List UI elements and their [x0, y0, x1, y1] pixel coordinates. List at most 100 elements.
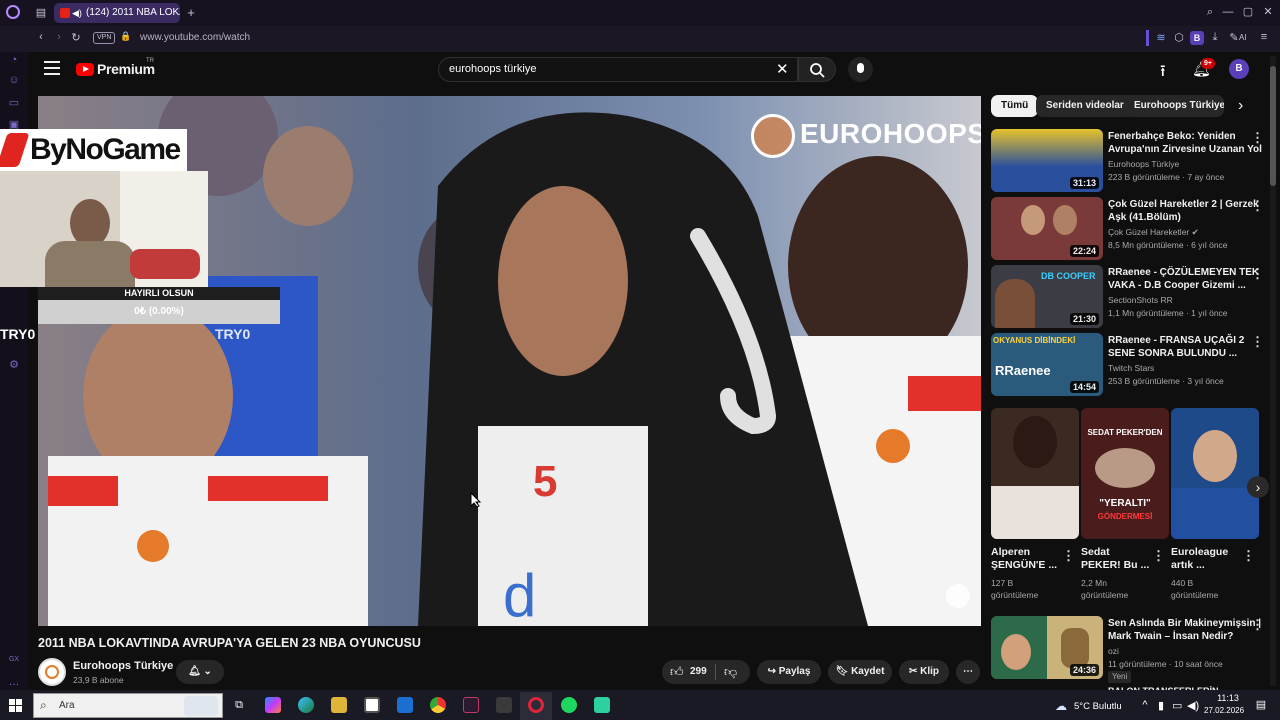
opera-gx-icon[interactable]: [528, 697, 544, 713]
short-thumbnail[interactable]: [991, 408, 1079, 539]
short-menu-icon[interactable]: ⋮: [1152, 548, 1165, 564]
clock-time[interactable]: 11:13: [1212, 693, 1244, 703]
network-icon[interactable]: ▭: [1172, 699, 1182, 712]
copilot-icon[interactable]: [265, 697, 281, 713]
mic-tray-icon[interactable]: ▮: [1156, 699, 1166, 712]
shorts-next-icon[interactable]: ›: [1247, 476, 1269, 498]
ai-label[interactable]: AI: [1239, 33, 1247, 42]
rec-thumbnail[interactable]: 24:36: [991, 616, 1103, 679]
chrome-icon[interactable]: [430, 697, 446, 713]
forward-icon[interactable]: ›: [53, 31, 65, 43]
wifi-icon[interactable]: ≋: [1155, 31, 1167, 44]
short-title[interactable]: Euroleague artık ...: [1171, 546, 1228, 572]
rec-title[interactable]: Fenerbahçe Beko: Yeniden Avrupa'nın Zirve…: [1108, 130, 1262, 156]
rec-channel[interactable]: Çok Güzel Hareketler ✔: [1108, 226, 1199, 238]
taskbar-search-box[interactable]: ⌕ Ara: [33, 693, 223, 718]
rec-channel[interactable]: ozi: [1108, 645, 1119, 657]
rec-channel[interactable]: Eurohoops Türkiye: [1108, 158, 1179, 170]
download-icon[interactable]: ⤓: [1209, 31, 1221, 44]
vpn-badge[interactable]: VPN: [93, 32, 116, 44]
volume-icon[interactable]: ◀): [1187, 699, 1199, 712]
app-icon[interactable]: [496, 697, 512, 713]
cloud-icon[interactable]: ☁: [1055, 699, 1067, 713]
close-window-icon[interactable]: ✕: [1262, 5, 1274, 18]
short-menu-icon[interactable]: ⋮: [1062, 548, 1075, 564]
file-explorer-icon[interactable]: [331, 697, 347, 713]
weather-text[interactable]: 5°C Bulutlu: [1074, 701, 1122, 712]
rec-channel[interactable]: Twitch Stars: [1108, 362, 1154, 374]
url-text[interactable]: www.youtube.com/watch: [140, 32, 250, 43]
chip-series[interactable]: Seriden videolar: [1036, 95, 1134, 117]
dislike-icon[interactable]: 👎︎: [724, 664, 737, 680]
rec-menu-icon[interactable]: ⋮: [1251, 617, 1264, 633]
rec-title[interactable]: RRaenee - FRANSA UÇAĞI 2 SENE SONRA BULUN…: [1108, 334, 1244, 360]
upload-icon[interactable]: ⭱: [1160, 60, 1166, 87]
search-button[interactable]: [798, 57, 836, 82]
reload-icon[interactable]: ↻: [70, 31, 82, 44]
outlook-icon[interactable]: [397, 697, 413, 713]
chip-channel[interactable]: Eurohoops Türkiye ad: [1124, 95, 1224, 117]
extensions-icon[interactable]: ⬡: [1173, 31, 1185, 44]
browser-menu-icon[interactable]: ≡: [1258, 31, 1270, 43]
hamburger-menu-icon[interactable]: [44, 61, 60, 75]
sidebar-messages-icon[interactable]: ▭: [8, 96, 20, 109]
profile-badge[interactable]: B: [1190, 31, 1204, 45]
edge-icon[interactable]: [298, 697, 314, 713]
like-icon[interactable]: 👍︎: [670, 664, 684, 680]
rec-title[interactable]: Çok Güzel Hareketler 2 | Gerzek Aşk (41.B…: [1108, 198, 1259, 224]
clock-date[interactable]: 27.02.2026: [1204, 706, 1244, 715]
channel-name[interactable]: Eurohoops Türkiye: [73, 660, 173, 672]
rec-thumbnail[interactable]: 22:24: [991, 197, 1103, 260]
channel-avatar[interactable]: [38, 658, 66, 686]
spotify-icon[interactable]: [561, 697, 577, 713]
page-scrollbar[interactable]: [1270, 56, 1276, 686]
rec-menu-icon[interactable]: ⋮: [1251, 130, 1264, 146]
short-menu-icon[interactable]: ⋮: [1242, 548, 1255, 564]
short-title[interactable]: Sedat PEKER! Bu ...: [1081, 546, 1149, 572]
account-avatar[interactable]: B: [1229, 59, 1249, 79]
rec-channel[interactable]: SectionShots RR: [1108, 294, 1173, 306]
save-button[interactable]: 🔖︎ Kaydet: [828, 660, 892, 684]
voice-search-button[interactable]: [848, 57, 873, 82]
share-button[interactable]: ↪ Paylaş: [757, 660, 821, 684]
tray-chevron-icon[interactable]: ^: [1140, 699, 1150, 711]
vs-icon[interactable]: [463, 697, 479, 713]
search-input[interactable]: eurohoops türkiye: [449, 63, 536, 75]
rec-title[interactable]: Sen Aslında Bir Makineymişsin | Mark Twai…: [1108, 617, 1261, 643]
back-icon[interactable]: ‹: [35, 31, 47, 43]
subscribed-button[interactable]: 🔔︎ ⌄: [176, 660, 224, 684]
rec-thumbnail[interactable]: DB COOPER 21:30: [991, 265, 1103, 328]
minimize-icon[interactable]: —: [1222, 6, 1234, 18]
more-actions-button[interactable]: ⋯: [956, 660, 980, 684]
clip-button[interactable]: ✂ Klip: [899, 660, 949, 684]
rec-menu-icon[interactable]: ⋮: [1251, 198, 1264, 214]
sidebar-settings-icon[interactable]: ⚙: [8, 358, 20, 371]
notification-center-icon[interactable]: ▤: [1254, 698, 1268, 711]
rec-title[interactable]: RRaenee - ÇÖZÜLEMEYEN TEK VAKA - D.B Coop…: [1108, 266, 1259, 292]
chips-next-icon[interactable]: ›: [1238, 97, 1243, 115]
rec-thumbnail[interactable]: 31:13: [991, 129, 1103, 192]
sidebar-more-icon[interactable]: …: [8, 676, 20, 688]
sidebar-history-icon[interactable]: ◔: [8, 54, 20, 66]
channel-watermark-icon[interactable]: [946, 584, 970, 608]
task-view-icon[interactable]: ⧉: [232, 699, 246, 712]
tab-menu-icon[interactable]: ▤: [33, 6, 49, 19]
opera-logo-icon[interactable]: [6, 5, 20, 19]
search-tabs-icon[interactable]: ⌕: [1204, 6, 1216, 19]
short-thumbnail[interactable]: [1171, 408, 1259, 539]
clear-search-icon[interactable]: ✕: [776, 60, 789, 78]
store-icon[interactable]: [364, 697, 380, 713]
whatsapp-icon[interactable]: [594, 697, 610, 713]
windows-start-icon[interactable]: [9, 699, 22, 712]
search-box[interactable]: eurohoops türkiye: [438, 57, 798, 82]
like-count[interactable]: 299: [690, 666, 707, 677]
new-tab-icon[interactable]: +: [184, 5, 198, 20]
short-thumbnail[interactable]: SEDAT PEKER'DEN "YERALTI" GÖNDERMESİ: [1081, 408, 1169, 539]
rec-thumbnail[interactable]: OKYANUS DİBİNDEKİ RRaenee 14:54: [991, 333, 1103, 396]
chip-all[interactable]: Tümü: [991, 95, 1039, 117]
sidebar-gx-icon[interactable]: GX: [8, 656, 20, 663]
youtube-logo-icon[interactable]: [76, 63, 94, 76]
rec-menu-icon[interactable]: ⋮: [1251, 266, 1264, 282]
sidebar-user-icon[interactable]: ☺: [8, 74, 20, 86]
rec-menu-icon[interactable]: ⋮: [1251, 334, 1264, 350]
